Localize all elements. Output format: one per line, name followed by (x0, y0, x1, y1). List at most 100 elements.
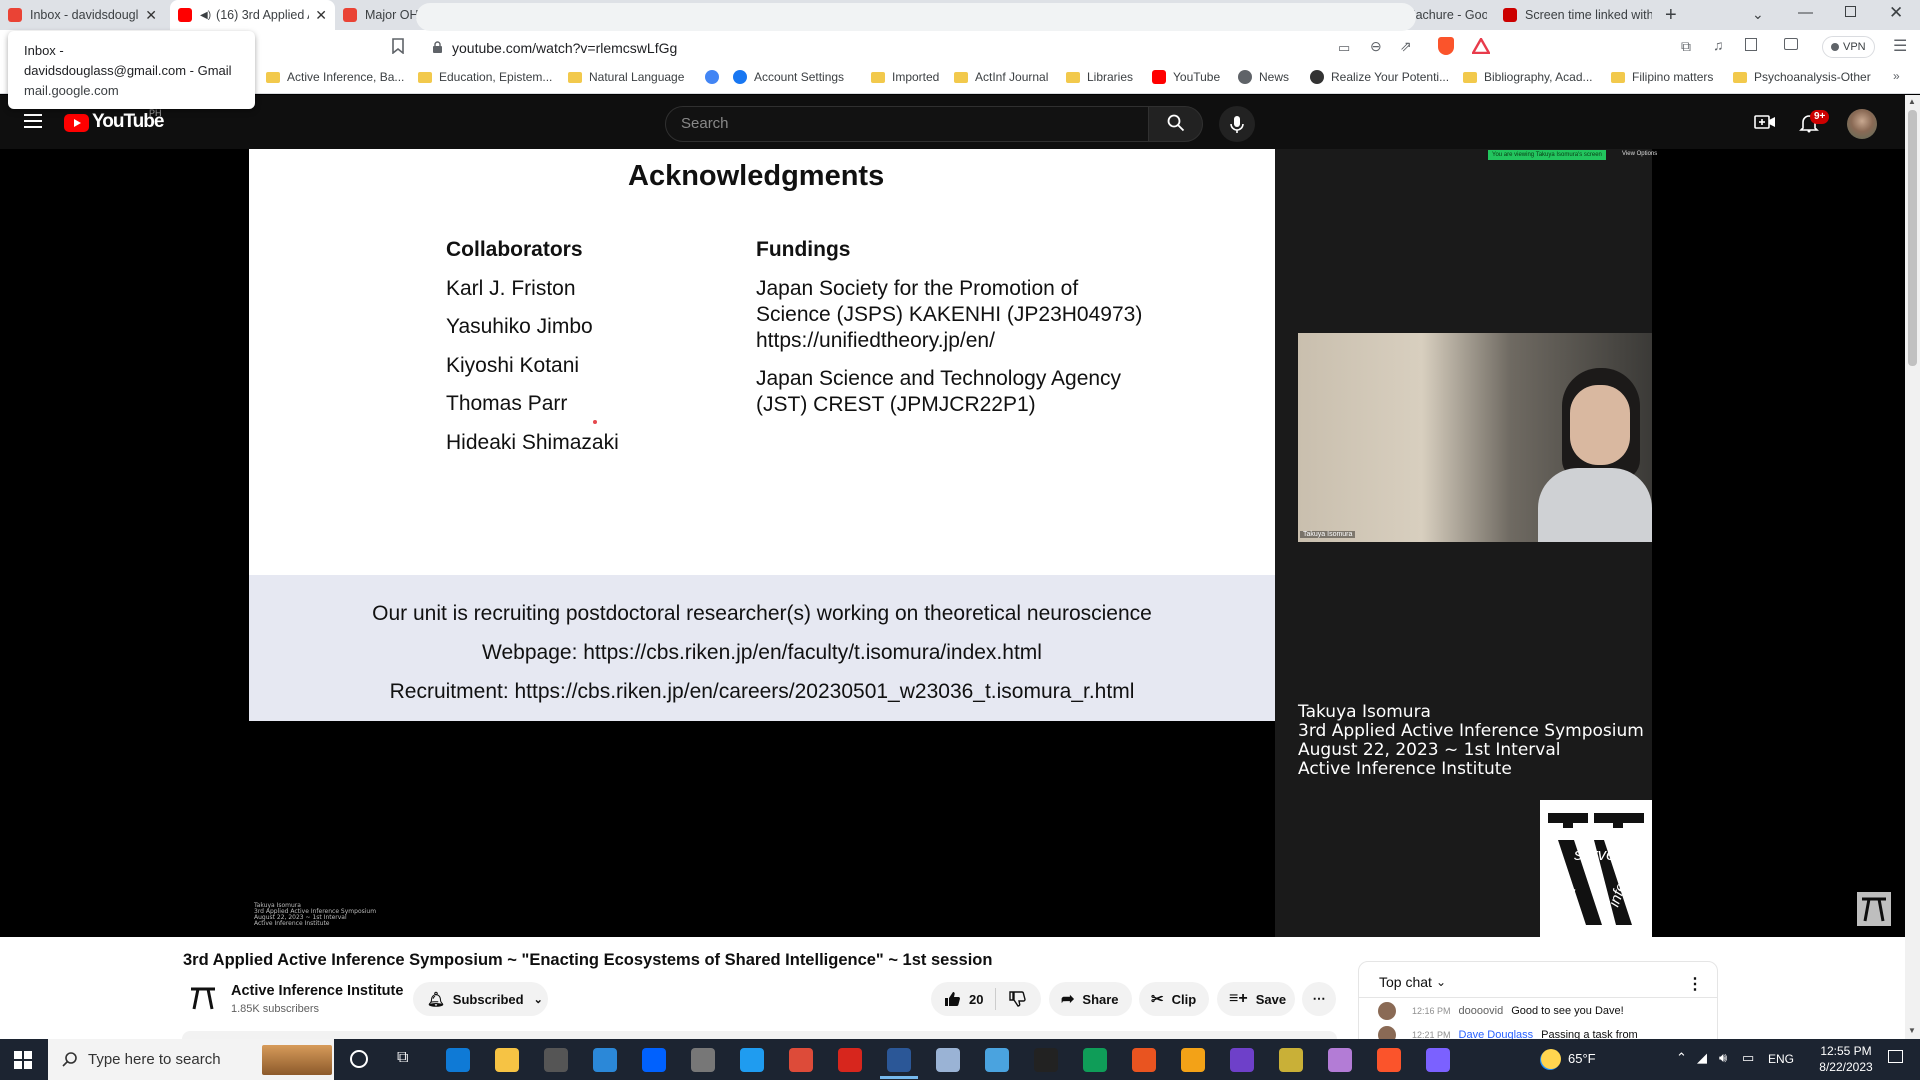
volume-icon[interactable]: 🔊︎ (1719, 1050, 1727, 1066)
bookmark-item[interactable]: News (1238, 70, 1289, 84)
game-icon[interactable] (1328, 1048, 1352, 1072)
tab-search-icon[interactable]: ⌄ (1752, 6, 1764, 23)
restore-button[interactable] (1845, 6, 1856, 17)
messenger-icon[interactable] (1426, 1048, 1450, 1072)
network-icon[interactable]: ◢ (1697, 1050, 1707, 1066)
sidebar-icon[interactable] (1745, 38, 1757, 51)
subscribed-button[interactable]: 🔔︎ Subscribed ⌄ (413, 982, 548, 1016)
more-actions-button[interactable]: ⋯ (1302, 982, 1336, 1016)
more-bookmarks-icon[interactable]: » (1893, 69, 1900, 83)
description-box[interactable] (182, 1031, 1337, 1039)
bookmark-item[interactable]: Libraries (1066, 70, 1133, 84)
scrollbar-thumb[interactable] (1908, 110, 1917, 366)
brave-rewards-icon[interactable] (1472, 38, 1490, 54)
chat-avatar[interactable] (1378, 1002, 1396, 1020)
bookmark-item[interactable]: Active Inference, Ba... (266, 70, 404, 84)
channel-avatar[interactable] (188, 983, 218, 1013)
sheets-icon[interactable] (1083, 1048, 1107, 1072)
winamp-icon[interactable] (544, 1048, 568, 1072)
bookmark-label: Active Inference, Ba... (287, 70, 405, 84)
chrome-icon[interactable] (789, 1048, 813, 1072)
ubuntu-icon[interactable] (1132, 1048, 1156, 1072)
url-text[interactable]: youtube.com/watch?v=rlemcswLfGg (452, 40, 677, 56)
create-video-icon[interactable] (1754, 114, 1776, 130)
bookmark-item[interactable]: Account Settings (733, 70, 844, 84)
browser-menu-icon[interactable]: ☰ (1893, 36, 1907, 56)
bookmark-item[interactable]: Filipino matters (1611, 70, 1713, 84)
zoom-icon[interactable]: ⊖ (1370, 38, 1382, 55)
file-explorer-icon[interactable] (495, 1048, 519, 1072)
avatar[interactable] (1847, 109, 1877, 139)
scroll-down-icon[interactable]: ▼ (1908, 1026, 1916, 1035)
bookmark-label: Psychoanalysis-Other (1754, 70, 1871, 84)
share-button[interactable]: ➦ Share (1049, 982, 1132, 1016)
dislike-button[interactable] (1008, 990, 1027, 1008)
vpn-button[interactable]: VPN (1822, 36, 1875, 58)
paint-icon[interactable] (985, 1048, 1009, 1072)
audacity-icon[interactable] (1181, 1048, 1205, 1072)
cortana-icon[interactable] (350, 1050, 368, 1068)
browser-tab[interactable]: Screen time linked with (1495, 0, 1660, 30)
minimize-button[interactable]: — (1798, 4, 1813, 21)
search-input[interactable] (665, 106, 1149, 142)
word-icon[interactable] (887, 1048, 911, 1072)
brave-icon[interactable] (1377, 1048, 1401, 1072)
language-indicator[interactable]: ENG (1768, 1052, 1794, 1066)
media-icon[interactable]: ♫ (1713, 37, 1724, 53)
bookmark-item[interactable]: Realize Your Potenti... (1310, 70, 1449, 84)
folder-app-icon[interactable] (1279, 1048, 1303, 1072)
dropbox-icon[interactable] (642, 1048, 666, 1072)
vscode-icon[interactable] (740, 1048, 764, 1072)
channel-name[interactable]: Active Inference Institute (231, 983, 403, 999)
chat-menu-icon[interactable]: ⋮ (1687, 974, 1703, 994)
browser-tab[interactable]: Inbox - davidsdouglass ✕ (0, 0, 165, 30)
save-button[interactable]: ≡+ Save (1217, 982, 1295, 1016)
acrobat-icon[interactable] (838, 1048, 862, 1072)
battery-icon[interactable]: ▭ (1742, 1050, 1754, 1066)
hamburger-menu-icon[interactable] (24, 114, 42, 128)
close-window-button[interactable]: ✕ (1889, 3, 1903, 23)
youtube-logo-icon[interactable] (64, 114, 89, 132)
chat-author[interactable]: doooovid (1459, 1005, 1504, 1017)
bookmark-item[interactable]: Education, Epistem... (418, 70, 552, 84)
audio-playing-icon[interactable]: ◀) (200, 10, 211, 21)
terminal-icon[interactable] (1034, 1048, 1058, 1072)
github-icon[interactable] (1230, 1048, 1254, 1072)
extensions-icon[interactable]: ⧉ (1681, 38, 1691, 55)
bookmark-item[interactable]: Bibliography, Acad... (1463, 70, 1593, 84)
voice-search-button[interactable] (1219, 106, 1255, 142)
tray-chevron-icon[interactable]: ⌃ (1676, 1050, 1687, 1066)
new-tab-button[interactable]: + (1665, 4, 1677, 27)
brave-shields-icon[interactable] (1438, 37, 1454, 55)
photos-icon[interactable] (593, 1048, 617, 1072)
bookmark-item[interactable]: Natural Language (568, 70, 684, 84)
omnibox[interactable] (416, 3, 1416, 31)
task-view-icon[interactable]: ⧉ (397, 1049, 408, 1067)
windows-start-icon[interactable] (14, 1051, 32, 1069)
clip-button[interactable]: ✂ Clip (1139, 982, 1209, 1016)
scroll-up-icon[interactable]: ▲ (1908, 97, 1916, 106)
bookmark-item[interactable]: ActInf Journal (954, 70, 1048, 84)
edge-icon[interactable] (446, 1048, 470, 1072)
weather-temp[interactable]: 65°F (1568, 1051, 1596, 1066)
browser-tab[interactable]: ◀) (16) 3rd Applied Active ✕ (170, 0, 335, 30)
notepad-icon[interactable] (936, 1048, 960, 1072)
bookmark-item[interactable]: YouTube (1152, 70, 1220, 84)
close-tab-icon[interactable]: ✕ (315, 7, 327, 24)
close-tab-icon[interactable]: ✕ (145, 7, 157, 24)
like-button[interactable]: 20 (943, 990, 983, 1008)
bookmark-page-icon[interactable] (392, 38, 404, 54)
top-chat-dropdown[interactable]: Top chat ⌄ (1379, 974, 1446, 990)
bookmark-item[interactable]: Imported (871, 70, 939, 84)
taskbar-clock[interactable]: 12:55 PM 8/22/2023 (1814, 1043, 1878, 1075)
notification-center-icon[interactable] (1888, 1050, 1903, 1063)
bookmark-item[interactable]: Psychoanalysis-Other (1733, 70, 1871, 84)
settings-icon[interactable] (691, 1048, 715, 1072)
bookmark-item[interactable] (705, 70, 726, 84)
cast-icon[interactable]: ▭ (1338, 40, 1350, 56)
share-page-icon[interactable]: ⇗ (1400, 38, 1412, 55)
lock-icon[interactable] (432, 41, 443, 54)
channel-watermark-icon[interactable] (1857, 892, 1891, 926)
wallet-icon[interactable] (1784, 38, 1798, 50)
active-app-indicator (880, 1076, 918, 1079)
